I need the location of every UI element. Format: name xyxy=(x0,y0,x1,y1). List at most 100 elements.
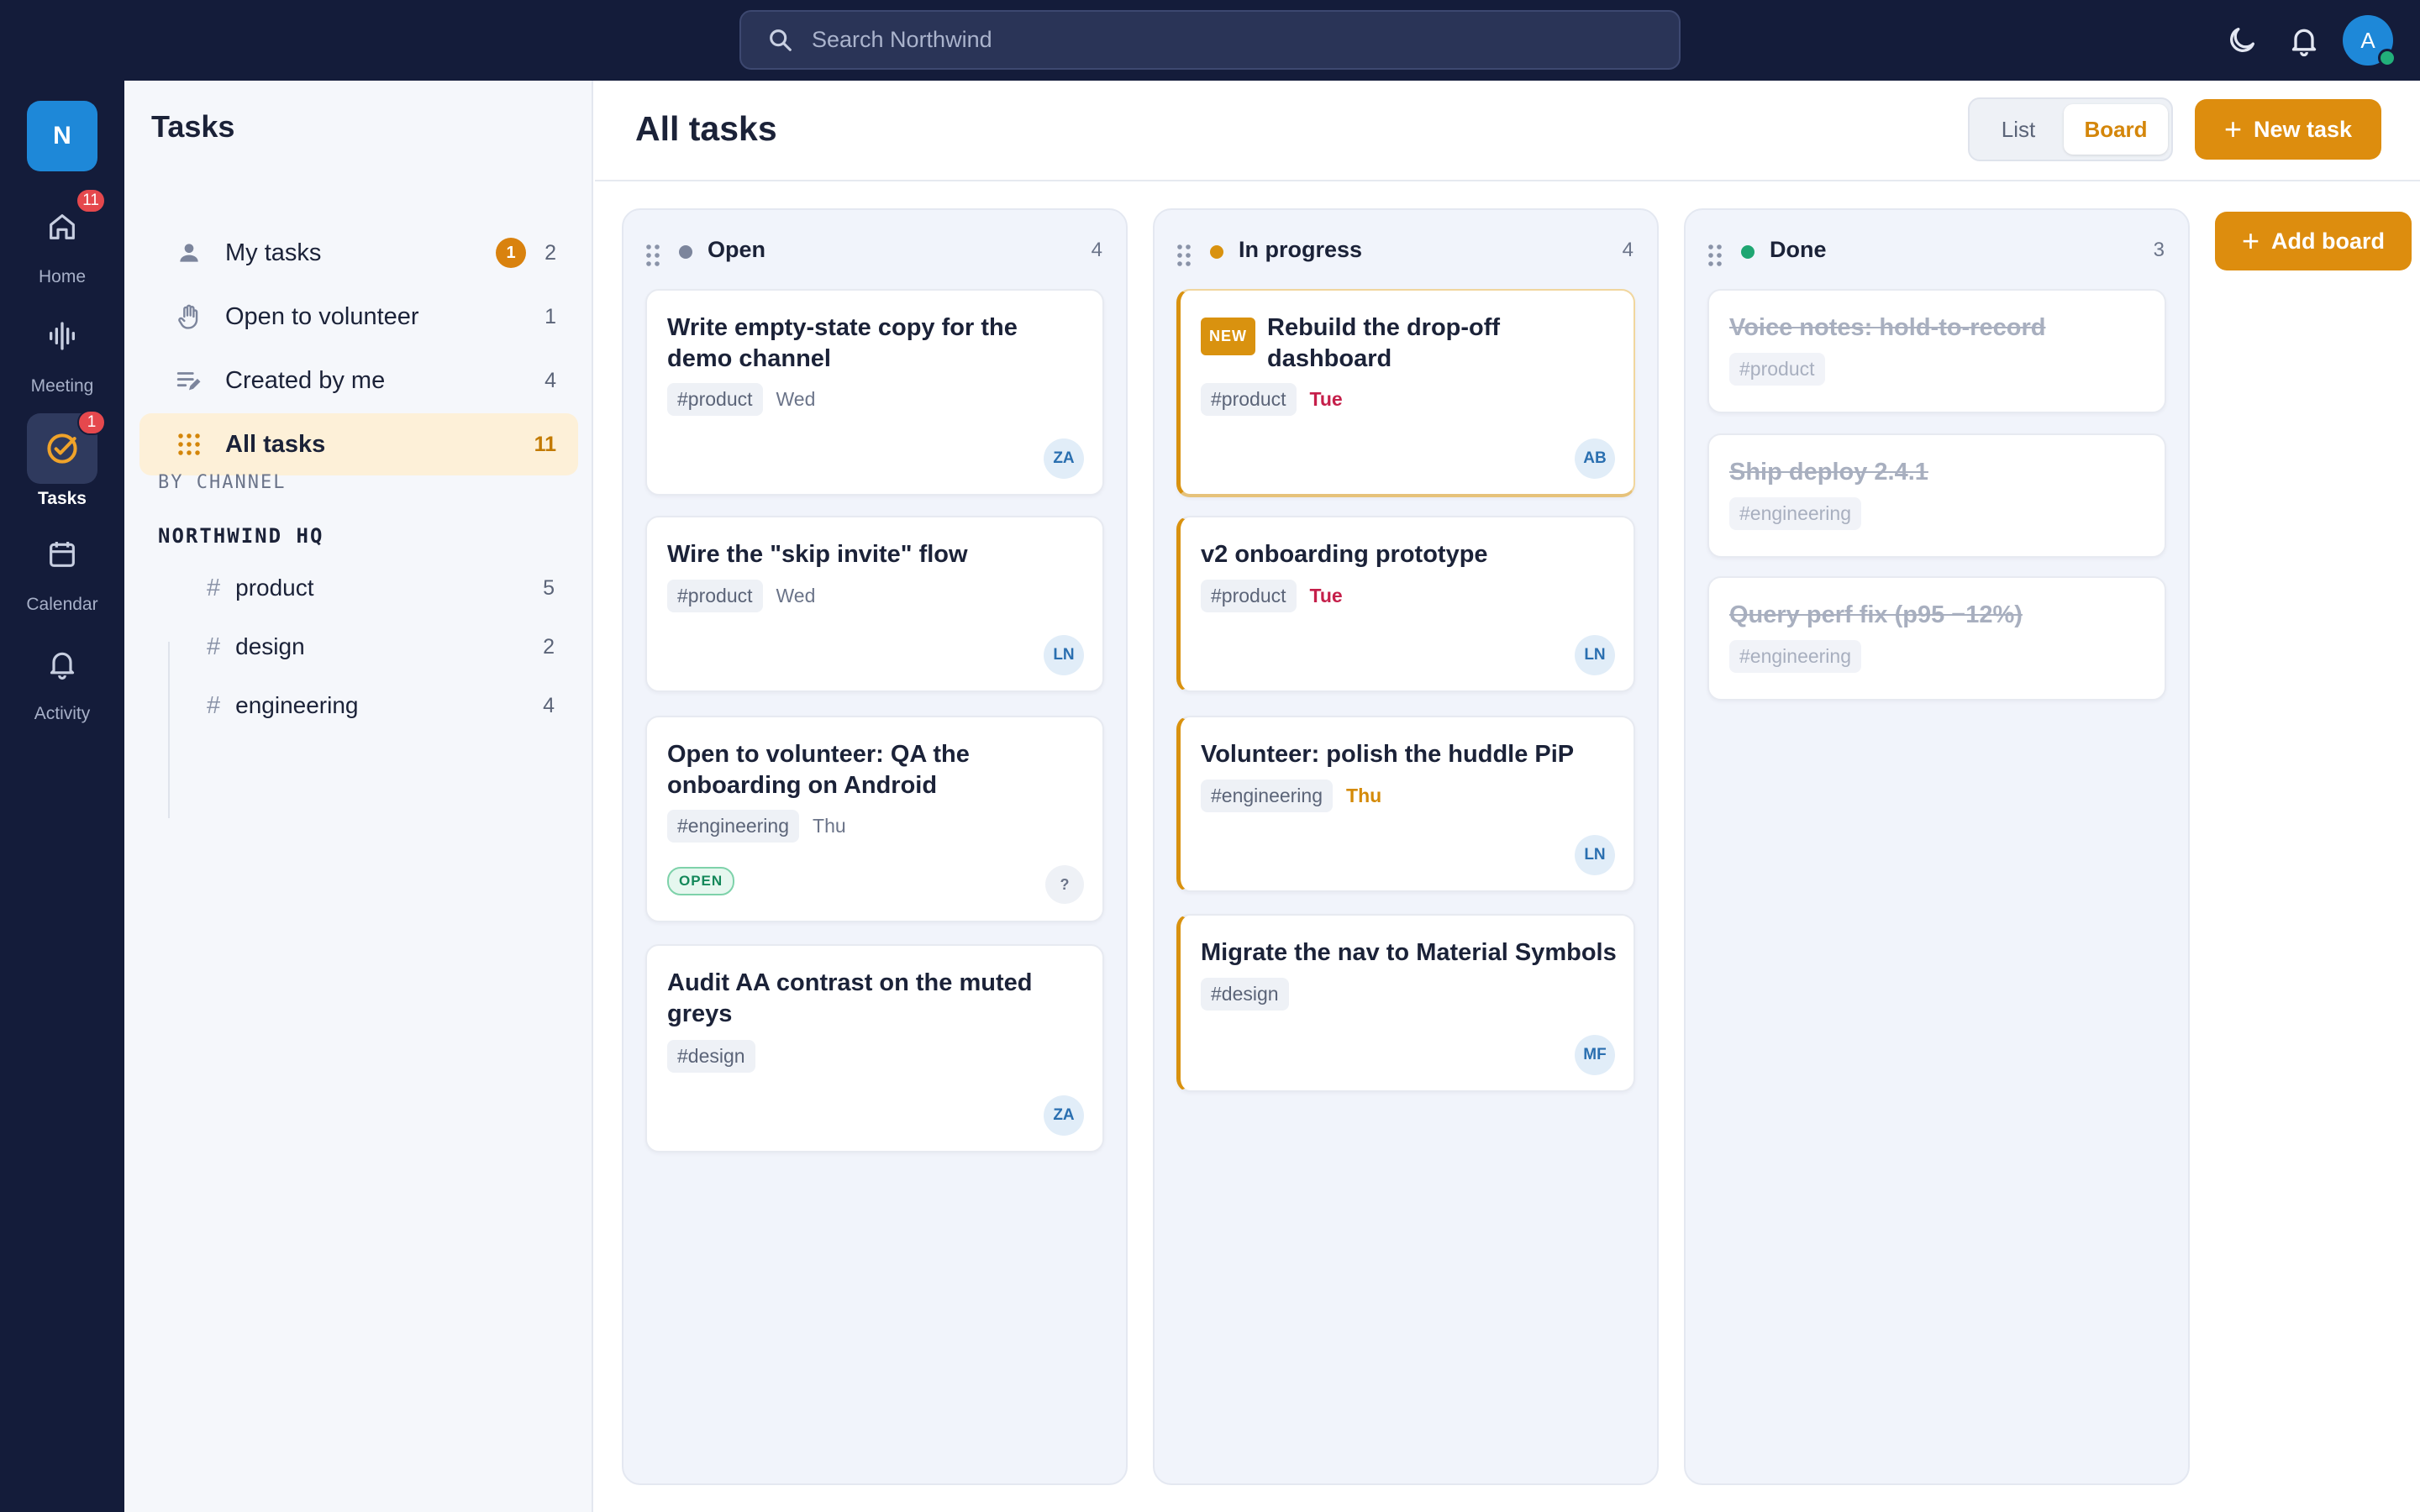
rail-label: Meeting xyxy=(30,376,94,396)
unread-badge: 1 xyxy=(496,238,527,268)
task-card[interactable]: v2 onboarding prototype #product Tue LN xyxy=(1176,516,1635,692)
task-card[interactable]: Wire the "skip invite" flow #product Wed… xyxy=(645,516,1104,692)
channel-tag[interactable]: #engineering xyxy=(1201,780,1334,812)
channel-tree-line xyxy=(168,642,170,818)
sidebar-item-label: All tasks xyxy=(225,430,326,458)
rail-meeting[interactable]: Meeting xyxy=(0,301,124,396)
assignee-avatar[interactable]: ZA xyxy=(1044,438,1084,479)
rail-label: Calendar xyxy=(26,595,98,614)
workspace-button[interactable]: N xyxy=(27,101,97,171)
assignee-avatar[interactable]: LN xyxy=(1044,635,1084,675)
rail-label: Tasks xyxy=(38,489,87,508)
task-card[interactable]: Query perf fix (p95 −12%) #engineering xyxy=(1707,576,2166,701)
presence-indicator xyxy=(2378,49,2396,67)
search-icon xyxy=(770,29,792,51)
due-date: Wed xyxy=(776,585,816,606)
task-title-row: NEW Rebuild the drop-off dashboard xyxy=(1201,312,1621,375)
channel-count: 5 xyxy=(543,575,555,600)
bell-icon xyxy=(50,652,75,680)
task-meta: #product xyxy=(1729,353,1825,386)
assignee-avatar[interactable]: AB xyxy=(1575,438,1615,479)
home-badge: 11 xyxy=(76,188,106,213)
sidebar-item-my-tasks[interactable]: My tasks 1 2 xyxy=(139,222,578,284)
plus-icon: + xyxy=(2223,112,2242,146)
drag-handle-icon[interactable] xyxy=(1707,244,1723,267)
task-card[interactable]: Open to volunteer: QA the onboarding on … xyxy=(645,716,1104,922)
assignee-avatar[interactable]: LN xyxy=(1575,835,1615,875)
calendar-icon xyxy=(50,542,75,567)
rail-calendar[interactable]: Calendar xyxy=(0,519,124,615)
assignee-avatar[interactable]: MF xyxy=(1575,1035,1615,1075)
sidebar-item-label: Open to volunteer xyxy=(225,302,419,330)
channel-tag[interactable]: #design xyxy=(667,1040,755,1073)
view-toggle: List Board xyxy=(1968,97,2173,161)
task-title: Wire the "skip invite" flow xyxy=(667,541,968,568)
add-board-button[interactable]: + Add board xyxy=(2215,212,2412,270)
channel-tag[interactable]: #engineering xyxy=(1729,640,1862,673)
new-task-button[interactable]: + New task xyxy=(2195,99,2381,160)
rail-tasks[interactable]: 1 Tasks xyxy=(0,410,124,509)
list-view-button[interactable]: List xyxy=(1975,104,2062,155)
channel-tag[interactable]: #engineering xyxy=(667,810,800,843)
task-card[interactable]: Volunteer: polish the huddle PiP #engine… xyxy=(1176,716,1635,892)
task-card[interactable]: Audit AA contrast on the muted greys #de… xyxy=(645,944,1104,1152)
task-meta: #engineering Thu xyxy=(1201,780,1381,812)
task-title: Voice notes: hold-to-record xyxy=(1729,314,2046,341)
channel-tag[interactable]: #product xyxy=(1729,353,1825,386)
bell-icon[interactable] xyxy=(2287,24,2321,57)
assignee-avatar[interactable]: ZA xyxy=(1044,1095,1084,1136)
task-card[interactable]: Ship deploy 2.4.1 #engineering xyxy=(1707,433,2166,558)
task-title: Open to volunteer: QA the onboarding on … xyxy=(667,741,970,799)
add-board-label: Add board xyxy=(2271,228,2386,254)
task-meta: #design xyxy=(1201,978,1289,1011)
column-count: 4 xyxy=(1622,239,1634,261)
unassigned-avatar[interactable]: ? xyxy=(1045,865,1084,904)
rail-home[interactable]: 11 Home xyxy=(0,188,124,287)
channel-count: 2 xyxy=(543,634,555,659)
sidebar-item-open-to-volunteer[interactable]: Open to volunteer 1 xyxy=(139,286,578,348)
channel-name: engineering xyxy=(235,692,359,718)
sidebar-item-created-by-me[interactable]: Created by me 4 xyxy=(139,349,578,412)
waveform-icon xyxy=(50,322,76,350)
home-icon xyxy=(50,214,75,239)
board-view-button[interactable]: Board xyxy=(2064,104,2168,155)
channel-count: 4 xyxy=(543,693,555,717)
channel-tag[interactable]: #design xyxy=(1201,978,1289,1011)
column-status-dot xyxy=(679,245,692,259)
task-title: Ship deploy 2.4.1 xyxy=(1729,459,1928,486)
task-card[interactable]: Voice notes: hold-to-record #product xyxy=(1707,289,2166,413)
task-title: Write empty-state copy for the demo chan… xyxy=(667,314,1018,372)
due-date: Tue xyxy=(1309,585,1343,606)
task-card[interactable]: Write empty-state copy for the demo chan… xyxy=(645,289,1104,496)
top-bar: Search Northwind A xyxy=(0,0,2420,81)
task-title: Migrate the nav to Material Symbols xyxy=(1201,939,1617,966)
check-circle-icon xyxy=(47,433,77,464)
assignee-avatar[interactable]: LN xyxy=(1575,635,1615,675)
channel-tag[interactable]: #product xyxy=(667,383,763,416)
sidebar-item-count: 1 xyxy=(544,304,556,328)
drag-handle-icon[interactable] xyxy=(645,244,660,267)
task-card[interactable]: Migrate the nav to Material Symbols #des… xyxy=(1176,914,1635,1092)
channel-item-product[interactable]: # product 5 xyxy=(195,563,565,613)
column-count: 4 xyxy=(1091,239,1102,261)
channel-item-engineering[interactable]: # engineering 4 xyxy=(195,680,565,731)
tasks-sidebar: Tasks My tasks 1 2 Open to volunteer 1 C… xyxy=(124,81,593,1512)
sidebar-item-all-tasks[interactable]: All tasks 11 xyxy=(139,413,578,475)
channel-name: design xyxy=(235,633,305,659)
sidebar-title: Tasks xyxy=(151,109,235,144)
hash-icon: # xyxy=(207,574,221,601)
channel-tag[interactable]: #product xyxy=(1201,580,1297,612)
drag-handle-icon[interactable] xyxy=(1176,244,1192,267)
sidebar-item-count: 4 xyxy=(544,368,556,392)
rail-activity[interactable]: Activity xyxy=(0,628,124,724)
search-input[interactable]: Search Northwind xyxy=(739,10,1681,70)
column-count: 3 xyxy=(2153,239,2165,261)
sidebar-item-label: My tasks xyxy=(225,239,322,266)
channel-item-design[interactable]: # design 2 xyxy=(195,622,565,672)
channel-tag[interactable]: #product xyxy=(1201,383,1297,416)
channel-tag[interactable]: #engineering xyxy=(1729,497,1862,530)
task-card[interactable]: NEW Rebuild the drop-off dashboard #prod… xyxy=(1176,289,1635,497)
channel-tag[interactable]: #product xyxy=(667,580,763,612)
due-date: Thu xyxy=(1346,785,1382,806)
moon-icon[interactable] xyxy=(2225,24,2259,57)
